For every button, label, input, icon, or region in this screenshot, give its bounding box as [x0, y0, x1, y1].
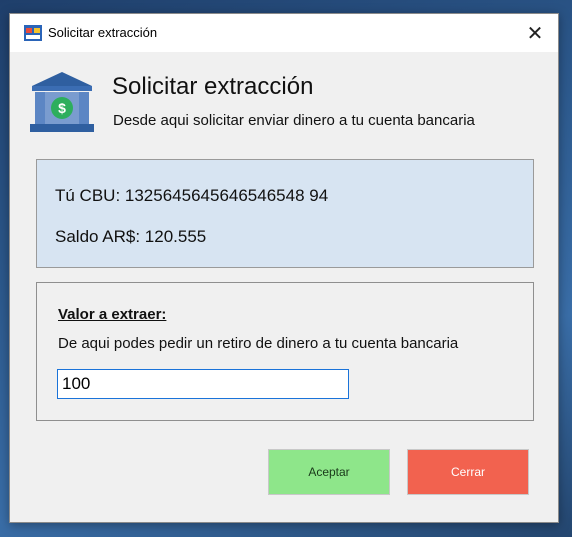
- window-title: Solicitar extracción: [48, 25, 158, 40]
- svg-text:$: $: [58, 100, 66, 116]
- account-info-panel: Tú CBU: 1325645645646546548 94 Saldo AR$…: [36, 159, 534, 268]
- amount-label: Valor a extraer:: [58, 306, 167, 323]
- title-bar[interactable]: Solicitar extracción ✕: [10, 14, 558, 52]
- bank-icon: $: [30, 72, 94, 132]
- close-icon[interactable]: ✕: [512, 14, 558, 52]
- balance-label: Saldo AR$: 120.555: [55, 227, 207, 246]
- close-button[interactable]: Cerrar: [407, 449, 529, 495]
- withdrawal-amount-panel: Valor a extraer: De aqui podes pedir un …: [36, 282, 534, 421]
- amount-description: De aqui podes pedir un retiro de dinero …: [58, 335, 459, 352]
- page-title: Solicitar extracción: [112, 73, 314, 100]
- dialog-window: Solicitar extracción ✕ $ Solicitar extra…: [9, 13, 559, 523]
- amount-input[interactable]: [57, 369, 349, 399]
- page-subtitle: Desde aqui solicitar enviar dinero a tu …: [113, 112, 475, 129]
- app-icon: [24, 25, 42, 41]
- cbu-label: Tú CBU: 1325645645646546548 94: [55, 186, 329, 205]
- accept-button[interactable]: Aceptar: [268, 449, 390, 495]
